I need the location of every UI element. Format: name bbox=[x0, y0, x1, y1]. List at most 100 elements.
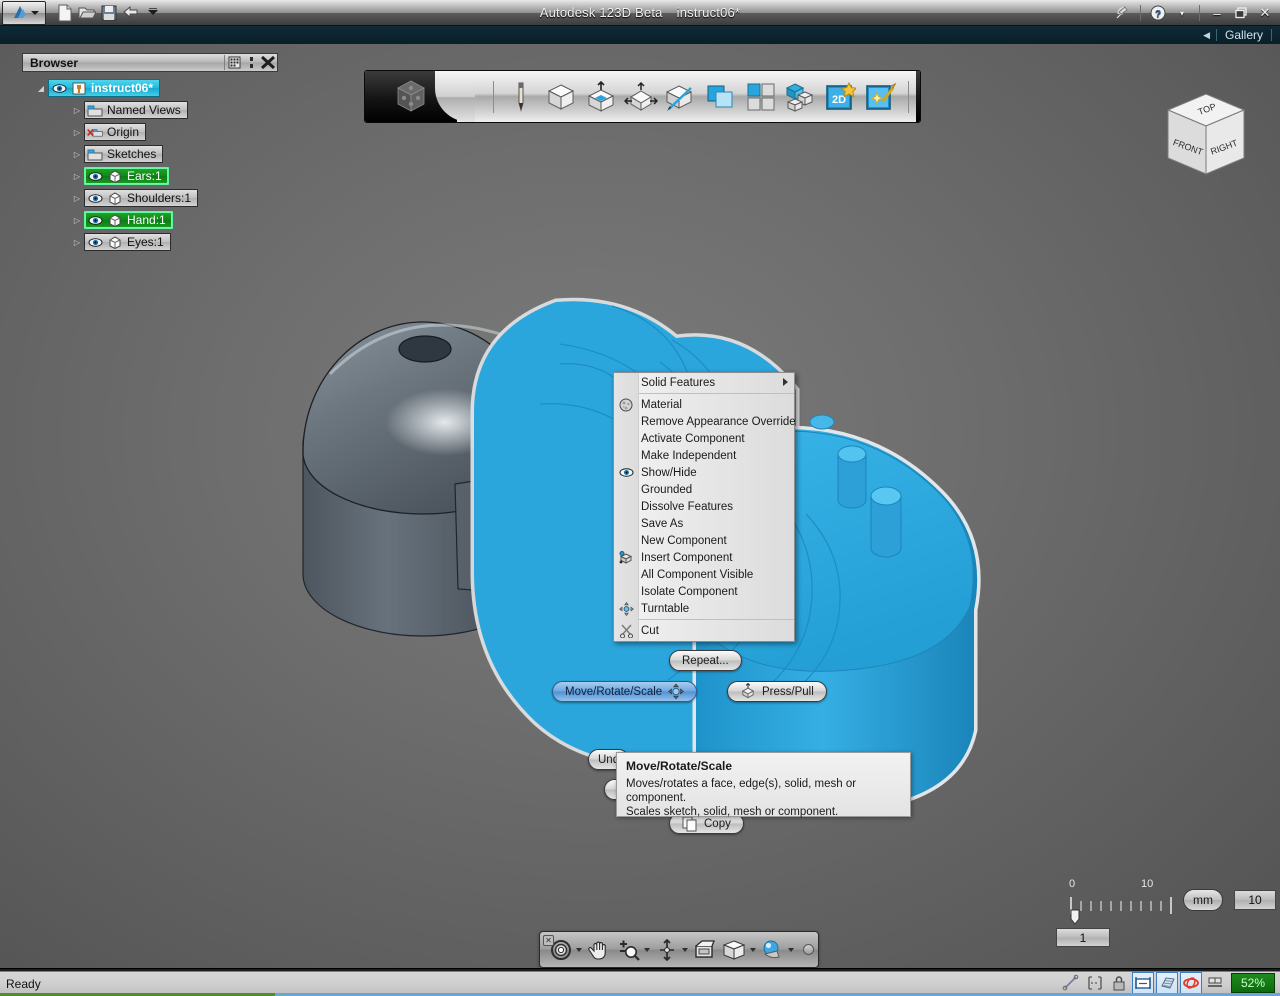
menu-item-dissolve-features[interactable]: Dissolve Features bbox=[614, 498, 794, 515]
tree-row-instruct06[interactable]: ◢ instruct06* bbox=[22, 77, 278, 99]
2d-drawing-tool[interactable]: 2D bbox=[824, 79, 858, 115]
gallery-label[interactable]: Gallery bbox=[1225, 28, 1263, 42]
appearance-tool[interactable] bbox=[760, 937, 794, 963]
customize-dropdown-icon[interactable] bbox=[142, 2, 164, 24]
combine-tool[interactable] bbox=[704, 79, 738, 115]
view-cube[interactable]: TOP FRONT RIGHT bbox=[1160, 88, 1252, 186]
tree-row-ears[interactable]: ▷ Ears:1 bbox=[22, 165, 278, 187]
ruler-unit-button[interactable]: mm bbox=[1183, 889, 1223, 911]
snap-line-icon[interactable] bbox=[1060, 972, 1082, 994]
fit-tool[interactable] bbox=[654, 937, 688, 963]
tree-node-shoulders[interactable]: Shoulders:1 bbox=[84, 189, 199, 207]
zoom-tool[interactable] bbox=[616, 937, 650, 963]
minimize-button[interactable]: – bbox=[1206, 3, 1228, 23]
menu-item-material[interactable]: Material bbox=[614, 396, 794, 413]
marking-menu-repeat-button[interactable]: Repeat... bbox=[669, 650, 742, 671]
help-dropdown-icon[interactable]: ▾ bbox=[1171, 3, 1193, 23]
pan-tool[interactable] bbox=[586, 937, 612, 963]
browser-filter-icon[interactable] bbox=[227, 56, 241, 70]
navbar-grip-handle[interactable] bbox=[803, 944, 814, 955]
browser-dock-icon[interactable] bbox=[244, 56, 258, 70]
layer-icon[interactable] bbox=[1204, 972, 1226, 994]
menu-item-remove-appearance-override[interactable]: Remove Appearance Override bbox=[614, 413, 796, 430]
tree-row-sketches[interactable]: ▷ Sketches bbox=[22, 143, 278, 165]
expander-icon[interactable]: ▷ bbox=[70, 209, 84, 231]
chevron-down-icon[interactable] bbox=[788, 947, 794, 952]
eye-icon[interactable] bbox=[87, 235, 103, 249]
menu-item-show-hide[interactable]: Show/Hide bbox=[614, 464, 794, 481]
menu-item-new-component[interactable]: New Component bbox=[614, 532, 794, 549]
tree-row-named-views[interactable]: ▷ Named Views bbox=[22, 99, 278, 121]
assemble-tool[interactable] bbox=[784, 79, 818, 115]
menu-item-all-component-visible[interactable]: All Component Visible bbox=[614, 566, 794, 583]
share-icon[interactable] bbox=[1112, 3, 1134, 23]
snap-value-field[interactable]: 10 bbox=[1234, 890, 1276, 910]
menu-item-cut[interactable]: Cut bbox=[614, 622, 794, 639]
chevron-down-icon[interactable] bbox=[750, 947, 756, 952]
pattern-tool[interactable] bbox=[664, 79, 698, 115]
primitives-tool[interactable] bbox=[544, 79, 578, 115]
tree-row-shoulders[interactable]: ▷ Shoulders:1 bbox=[22, 187, 278, 209]
tree-node-ears[interactable]: Ears:1 bbox=[84, 167, 169, 185]
gallery-collapse-icon[interactable]: ◀ bbox=[1203, 30, 1210, 41]
construct-tool[interactable] bbox=[584, 79, 618, 115]
modify-tool[interactable] bbox=[624, 79, 658, 115]
chevron-down-icon[interactable] bbox=[576, 947, 582, 952]
marking-menu-move-rotate-scale-button[interactable]: Move/Rotate/Scale bbox=[552, 681, 698, 702]
eye-icon[interactable] bbox=[87, 191, 103, 205]
menu-item-solid-features[interactable]: Solid Features bbox=[614, 374, 794, 391]
marking-menu-press-pull-button[interactable]: Press/Pull bbox=[727, 681, 827, 702]
menu-item-isolate-component[interactable]: Isolate Component bbox=[614, 583, 794, 600]
expander-icon[interactable]: ◢ bbox=[34, 77, 48, 99]
open-document-icon[interactable] bbox=[76, 2, 98, 24]
tree-node-origin[interactable]: Origin bbox=[84, 123, 147, 141]
eye-icon[interactable] bbox=[87, 169, 103, 183]
browser-close-icon[interactable] bbox=[261, 56, 275, 70]
tree-node-hand[interactable]: Hand:1 bbox=[84, 211, 173, 229]
menu-item-save-as[interactable]: Save As bbox=[614, 515, 794, 532]
eye-icon[interactable] bbox=[51, 81, 67, 95]
sketch-pencil-tool[interactable] bbox=[504, 79, 538, 115]
sketch-relevance-icon[interactable] bbox=[1180, 972, 1202, 994]
grid-snap-icon[interactable] bbox=[1132, 972, 1154, 994]
grouping-tool[interactable] bbox=[744, 79, 778, 115]
new-document-icon[interactable] bbox=[54, 2, 76, 24]
smart-tool[interactable] bbox=[864, 79, 898, 115]
chevron-down-icon[interactable] bbox=[682, 947, 688, 952]
close-button[interactable]: ✕ bbox=[1254, 3, 1276, 23]
menu-item-activate-component[interactable]: Activate Component bbox=[614, 430, 794, 447]
eye-icon[interactable] bbox=[87, 213, 103, 227]
tree-node-eyes[interactable]: Eyes:1 bbox=[84, 233, 171, 251]
menu-item-turntable[interactable]: Turntable bbox=[614, 600, 794, 617]
expander-icon[interactable]: ▷ bbox=[70, 187, 84, 209]
lock-icon[interactable] bbox=[1108, 972, 1130, 994]
expander-icon[interactable]: ▷ bbox=[70, 121, 84, 143]
app-menu-button[interactable] bbox=[2, 0, 46, 25]
zoom-level-indicator[interactable]: 52% bbox=[1231, 973, 1275, 993]
menu-item-insert-component[interactable]: Insert Component bbox=[614, 549, 794, 566]
tree-row-eyes[interactable]: ▷ Eyes:1 bbox=[22, 231, 278, 253]
expander-icon[interactable]: ▷ bbox=[70, 143, 84, 165]
menu-item-make-independent[interactable]: Make Independent bbox=[614, 447, 794, 464]
toolbar-logo[interactable] bbox=[365, 71, 475, 122]
tree-node-instruct06[interactable]: instruct06* bbox=[48, 79, 161, 97]
tree-row-origin[interactable]: ▷ Origin bbox=[22, 121, 278, 143]
dimension-constraint-icon[interactable] bbox=[1084, 972, 1106, 994]
grid-display-icon[interactable] bbox=[1156, 972, 1178, 994]
help-icon[interactable]: ? bbox=[1147, 3, 1169, 23]
tree-node-sketches[interactable]: Sketches bbox=[84, 145, 164, 163]
expander-icon[interactable]: ▷ bbox=[70, 99, 84, 121]
restore-button[interactable] bbox=[1230, 3, 1252, 23]
navbar-close-icon[interactable]: ✕ bbox=[543, 935, 554, 946]
undo-icon[interactable] bbox=[120, 2, 142, 24]
menu-item-grounded[interactable]: Grounded bbox=[614, 481, 794, 498]
tree-node-named-views[interactable]: Named Views bbox=[84, 101, 188, 119]
view-preset-tool[interactable] bbox=[692, 937, 718, 963]
save-document-icon[interactable] bbox=[98, 2, 120, 24]
tree-row-hand[interactable]: ▷ Hand:1 bbox=[22, 209, 278, 231]
chevron-down-icon[interactable] bbox=[644, 947, 650, 952]
expander-icon[interactable]: ▷ bbox=[70, 231, 84, 253]
display-style-tool[interactable] bbox=[722, 937, 756, 963]
expander-icon[interactable]: ▷ bbox=[70, 165, 84, 187]
grid-spacing-field[interactable]: 1 bbox=[1056, 928, 1110, 947]
